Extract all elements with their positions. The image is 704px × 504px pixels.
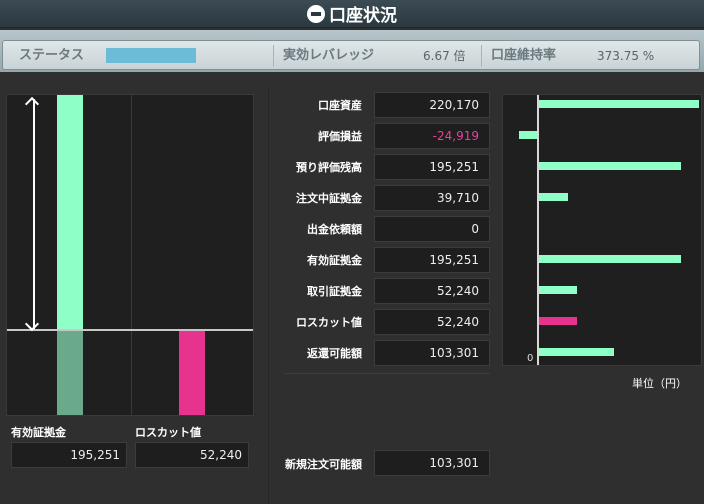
row-value: 52,240 <box>374 309 490 335</box>
margin-rate-value: 373.75 % <box>597 49 655 63</box>
chart-bar <box>539 286 577 294</box>
effective-margin-value: 195,251 <box>11 442 127 468</box>
row-label: 有効証拠金 <box>307 254 362 267</box>
chart-bar <box>518 131 537 139</box>
leverage-label: 実効レバレッジ <box>283 48 375 63</box>
status-indicator-bar <box>106 48 196 63</box>
row-label: 注文中証拠金 <box>296 192 362 205</box>
zero-label: 0 <box>527 353 534 364</box>
row-value: 220,170 <box>374 92 490 118</box>
chart-bar <box>539 193 568 201</box>
row-label: 評価損益 <box>318 130 362 143</box>
account-bar-chart: 0 <box>502 94 702 366</box>
losscut-value: 52,240 <box>135 442 249 468</box>
row-label: ロスカット値 <box>296 316 362 329</box>
effective-margin-label: 有効証拠金 <box>11 426 66 439</box>
chart-bar <box>539 317 577 325</box>
chart-divider <box>131 95 132 415</box>
status-strip: ステータス 実効レバレッジ 6.67 倍 口座維持率 373.75 % <box>2 40 700 70</box>
margin-rate-label: 口座維持率 <box>491 48 557 63</box>
new-order-label: 新規注文可能額 <box>285 458 362 471</box>
row-value: 195,251 <box>374 247 490 273</box>
losscut-label: ロスカット値 <box>135 426 201 439</box>
row-label: 取引証拠金 <box>307 285 362 298</box>
losscut-bar <box>179 331 205 415</box>
row-value: 103,301 <box>374 340 490 366</box>
divider <box>273 45 274 67</box>
margin-comparison-chart <box>6 94 254 416</box>
effective-margin-bar <box>57 95 83 329</box>
chart-bar <box>539 348 615 356</box>
window-title-bar: 口座状況 <box>0 0 704 28</box>
leverage-value: 6.67 倍 <box>423 49 466 63</box>
chart-bar <box>539 162 681 170</box>
margin-range-arrow <box>24 96 40 332</box>
chart-bar <box>539 100 699 108</box>
page-title: 口座状況 <box>329 6 397 26</box>
status-label: ステータス <box>19 48 85 63</box>
divider <box>284 373 490 374</box>
row-label: 口座資産 <box>318 99 362 112</box>
row-label: 出金依頼額 <box>307 223 362 236</box>
effective-margin-bar-lower <box>57 331 83 415</box>
row-value: -24,919 <box>374 123 490 149</box>
row-value: 0 <box>374 216 490 242</box>
baseline <box>7 329 253 331</box>
chart-bar <box>539 255 681 263</box>
row-label: 預り評価残高 <box>296 161 362 174</box>
row-value: 195,251 <box>374 154 490 180</box>
row-value: 52,240 <box>374 278 490 304</box>
minus-circle-icon <box>307 4 325 23</box>
unit-label: 単位（円） <box>632 377 687 390</box>
new-order-value: 103,301 <box>374 450 490 476</box>
row-label: 返還可能額 <box>307 347 362 360</box>
divider <box>481 45 482 67</box>
row-value: 39,710 <box>374 185 490 211</box>
